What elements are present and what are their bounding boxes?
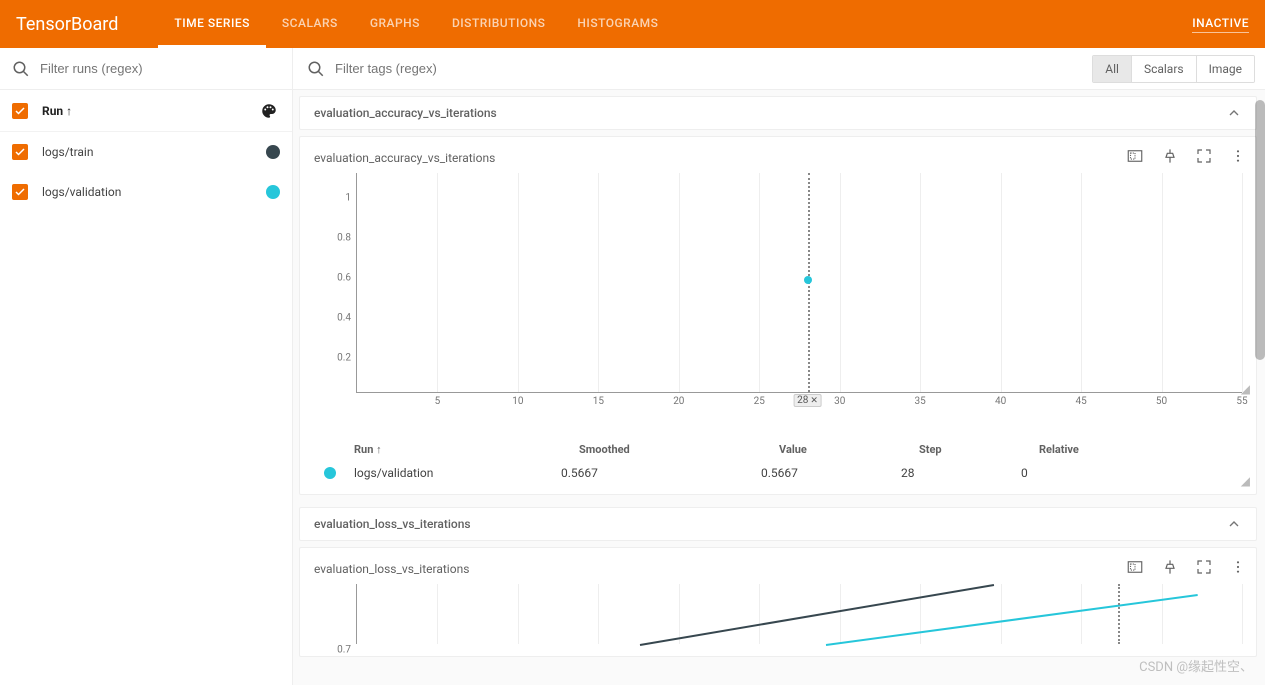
runs-sidebar: Run ↑ logs/train logs/validation [0, 48, 293, 685]
legend-col-smoothed[interactable]: Smoothed [579, 443, 779, 456]
x-tick-label: 15 [593, 396, 604, 407]
section-title: evaluation_accuracy_vs_iterations [314, 106, 497, 120]
legend-value: 0.5667 [761, 466, 901, 480]
section-title: evaluation_loss_vs_iterations [314, 517, 471, 531]
chart-title: evaluation_accuracy_vs_iterations [314, 151, 1242, 165]
y-tick-label: 1 [345, 193, 351, 204]
view-filter-pills: All Scalars Image [1092, 55, 1255, 83]
tab-distributions[interactable]: DISTRIBUTIONS [436, 0, 561, 48]
x-tick-label: 10 [512, 396, 523, 407]
legend-col-step[interactable]: Step [919, 443, 1039, 456]
x-tick-label: 5 [435, 396, 441, 407]
x-tick-label: 45 [1075, 396, 1086, 407]
run-row-validation[interactable]: logs/validation [0, 172, 292, 212]
search-icon [12, 60, 30, 78]
y-tick-label: 0.4 [337, 313, 351, 324]
run-row-train[interactable]: logs/train [0, 132, 292, 172]
tab-graphs[interactable]: GRAPHS [354, 0, 436, 48]
run-name: logs/train [36, 145, 266, 159]
chevron-up-icon [1226, 516, 1242, 532]
chart-line [640, 584, 994, 646]
x-tick-label: 30 [834, 396, 845, 407]
app-logo: TensorBoard [16, 14, 118, 35]
x-tick-label: 35 [915, 396, 926, 407]
fit-icon[interactable] [1196, 148, 1212, 164]
tab-scalars[interactable]: SCALARS [266, 0, 354, 48]
pin-icon[interactable] [1162, 559, 1178, 575]
run-color-dot[interactable] [266, 145, 280, 159]
y-tick-label: 0.2 [337, 353, 351, 364]
section-header-loss[interactable]: evaluation_loss_vs_iterations [299, 507, 1257, 541]
x-tick-label: 20 [673, 396, 684, 407]
legend-col-run[interactable]: Run ↑ [354, 443, 579, 456]
fullscreen-icon[interactable] [1126, 558, 1144, 576]
cards-scroll[interactable]: evaluation_accuracy_vs_iterations evalua… [293, 90, 1265, 685]
chart-legend: Run ↑ Smoothed Value Step Relative logs/… [314, 439, 1242, 484]
pill-scalars[interactable]: Scalars [1131, 56, 1196, 82]
filter-runs-input[interactable] [40, 61, 280, 76]
y-tick-label: 0.8 [337, 233, 351, 244]
resize-handle-icon[interactable]: ◢ [1241, 382, 1250, 396]
status-indicator[interactable]: INACTIVE [1192, 16, 1249, 33]
chart-line [826, 594, 1198, 646]
fullscreen-icon[interactable] [1126, 147, 1144, 165]
more-icon[interactable] [1230, 559, 1246, 575]
pill-image[interactable]: Image [1196, 56, 1254, 82]
legend-col-relative[interactable]: Relative [1039, 443, 1119, 456]
chart-area[interactable]: 5101520253035404550550.20.40.60.8128 ✕ [356, 173, 1242, 393]
tab-histograms[interactable]: HISTOGRAMS [561, 0, 674, 48]
run-color-dot[interactable] [266, 185, 280, 199]
x-tick-label: 50 [1156, 396, 1167, 407]
pin-icon[interactable] [1162, 148, 1178, 164]
fit-icon[interactable] [1196, 559, 1212, 575]
x-tick-label: 40 [995, 396, 1006, 407]
run-checkbox[interactable] [12, 184, 28, 200]
chart-card-loss: evaluation_loss_vs_iterations 0.7 [299, 547, 1257, 657]
chart-cursor[interactable] [1118, 584, 1120, 644]
y-tick-label: 0.7 [337, 645, 351, 656]
resize-handle-icon[interactable]: ◢ [1241, 474, 1250, 488]
run-name: logs/validation [36, 185, 266, 199]
legend-relative: 0 [1021, 466, 1101, 480]
search-icon [307, 60, 325, 78]
x-tick-label: 55 [1236, 396, 1247, 407]
chart-title: evaluation_loss_vs_iterations [314, 562, 1242, 576]
legend-color-dot [324, 467, 336, 479]
data-point[interactable] [804, 276, 812, 284]
main-panel: All Scalars Image evaluation_accuracy_vs… [293, 48, 1265, 685]
cursor-badge[interactable]: 28 ✕ [793, 394, 822, 407]
section-header-accuracy[interactable]: evaluation_accuracy_vs_iterations [299, 96, 1257, 130]
y-tick-label: 0.6 [337, 273, 351, 284]
legend-smoothed: 0.5667 [561, 466, 761, 480]
scrollbar[interactable] [1255, 100, 1265, 360]
chart-area[interactable]: 0.7 [356, 584, 1242, 644]
legend-col-value[interactable]: Value [779, 443, 919, 456]
more-icon[interactable] [1230, 148, 1246, 164]
app-header: TensorBoard TIME SERIES SCALARS GRAPHS D… [0, 0, 1265, 48]
select-all-checkbox[interactable] [12, 103, 28, 119]
x-tick-label: 25 [754, 396, 765, 407]
run-sort-header[interactable]: Run ↑ [36, 104, 260, 118]
run-checkbox[interactable] [12, 144, 28, 160]
tab-time-series[interactable]: TIME SERIES [158, 0, 266, 48]
legend-run-name: logs/validation [354, 466, 561, 480]
palette-icon[interactable] [260, 102, 280, 120]
pill-all[interactable]: All [1093, 56, 1131, 82]
filter-tags-input[interactable] [335, 61, 1092, 76]
nav-tabs: TIME SERIES SCALARS GRAPHS DISTRIBUTIONS… [158, 0, 674, 48]
chart-card-accuracy: evaluation_accuracy_vs_iterations 510152… [299, 136, 1257, 495]
chevron-up-icon [1226, 105, 1242, 121]
legend-row[interactable]: logs/validation 0.5667 0.5667 28 0 [314, 462, 1242, 484]
legend-step: 28 [901, 466, 1021, 480]
